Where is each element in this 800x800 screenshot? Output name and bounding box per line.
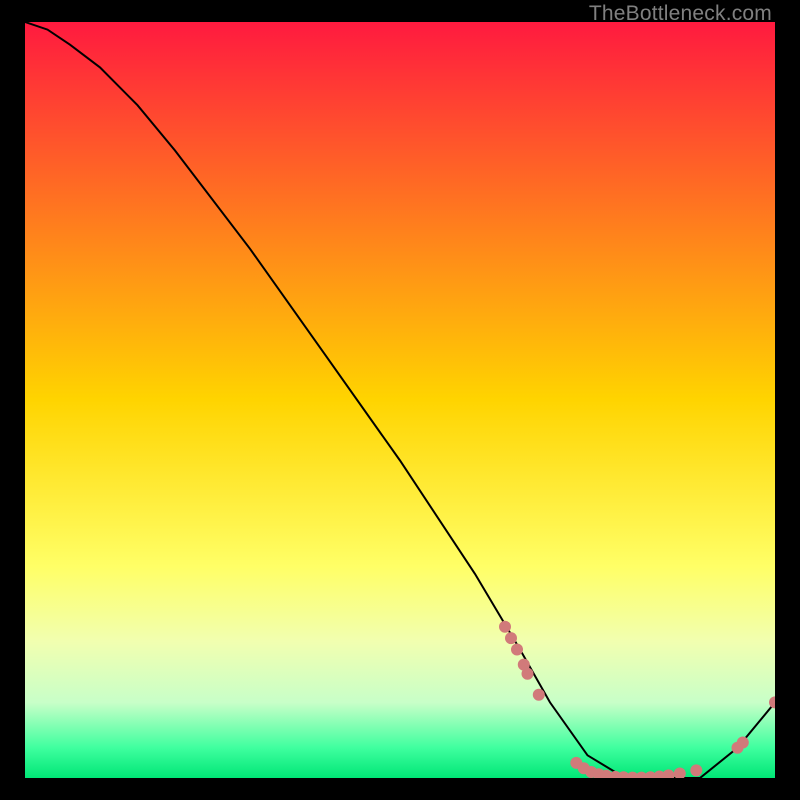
- scatter-point: [505, 632, 517, 644]
- scatter-point: [499, 621, 511, 633]
- scatter-point: [522, 668, 534, 680]
- scatter-point: [533, 689, 545, 701]
- scatter-point: [511, 644, 523, 656]
- scatter-point: [737, 737, 749, 749]
- scatter-point: [690, 764, 702, 776]
- bottleneck-chart: [25, 22, 775, 778]
- chart-background: [25, 22, 775, 778]
